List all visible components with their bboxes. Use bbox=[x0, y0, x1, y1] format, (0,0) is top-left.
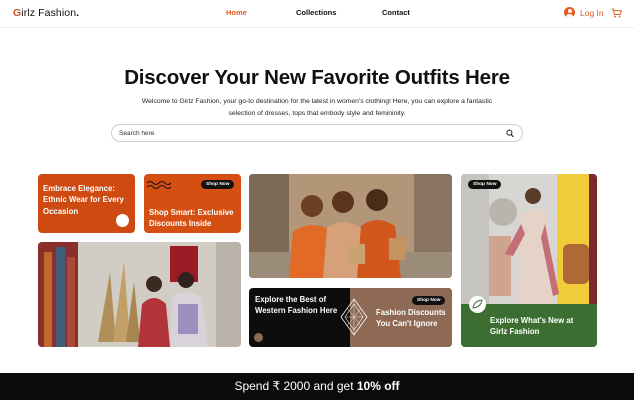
brand-logo-text: irlz Fashion bbox=[21, 7, 77, 19]
western-fashion-card[interactable]: Explore the Best of Western Fashion Here… bbox=[249, 288, 452, 347]
ethnic-models-photo[interactable] bbox=[38, 242, 241, 347]
hero-title: Discover Your New Favorite Outfits Here bbox=[124, 66, 510, 89]
western-fashion-title: Explore the Best of Western Fashion Here bbox=[255, 295, 338, 316]
ethnic-wear-title: Embrace Elegance: Ethnic Wear for Every … bbox=[43, 184, 124, 216]
promo-text: Spend ₹ 2000 and get bbox=[234, 379, 357, 393]
login-button[interactable]: Log In bbox=[564, 7, 604, 18]
circle-icon bbox=[254, 333, 263, 342]
hero-description-line1: Welcome to Girlz Fashion, your go-to des… bbox=[141, 98, 493, 105]
shop-smart-card[interactable]: Shop Now Shop Smart: Exclusive Discounts… bbox=[144, 174, 241, 233]
wave-icon bbox=[147, 181, 171, 189]
promo-highlight: 10% off bbox=[356, 379, 400, 393]
brand-logo-dot: . bbox=[76, 7, 80, 19]
nav-link-contact[interactable]: Contact bbox=[382, 8, 410, 17]
shop-smart-title: Shop Smart: Exclusive Discounts Inside bbox=[149, 208, 234, 229]
hero-description-line2: selection of dresses, tops that embody s… bbox=[228, 109, 406, 117]
cart-icon[interactable] bbox=[611, 8, 622, 18]
whats-new-model-image bbox=[461, 174, 597, 304]
hero-description: Welcome to Girlz Fashion, your go-to des… bbox=[112, 96, 522, 119]
whats-new-title: Explore What's New at Girlz Fashion bbox=[490, 316, 574, 337]
brand-logo[interactable]: Girlz Fashion. bbox=[13, 7, 79, 19]
leaf-icon bbox=[469, 296, 486, 313]
ethnic-wear-card[interactable]: Embrace Elegance: Ethnic Wear for Every … bbox=[38, 174, 135, 233]
western-models-image bbox=[249, 174, 452, 278]
nav-link-collections[interactable]: Collections bbox=[296, 8, 336, 17]
promo-banner[interactable]: Spend ₹ 2000 and get 10% off bbox=[0, 373, 634, 400]
login-label: Log In bbox=[580, 7, 604, 18]
diamond-pattern-icon bbox=[340, 298, 368, 336]
user-icon bbox=[564, 7, 575, 18]
leaf-glyph-icon bbox=[472, 299, 483, 309]
shop-now-button[interactable]: Shop Now bbox=[468, 180, 502, 189]
circle-icon bbox=[116, 214, 129, 227]
shop-now-button[interactable]: Shop Now bbox=[201, 180, 235, 189]
top-navbar: Girlz Fashion. Home Collections Contact … bbox=[0, 0, 634, 28]
search-bar bbox=[111, 124, 523, 142]
nav-link-home[interactable]: Home bbox=[226, 8, 247, 17]
search-input[interactable] bbox=[119, 128, 489, 139]
fashion-discounts-title: Fashion Discounts You Can't Ignore bbox=[376, 308, 446, 329]
shop-now-button[interactable]: Shop Now bbox=[412, 296, 446, 305]
ethnic-models-image bbox=[38, 242, 241, 347]
search-icon[interactable] bbox=[506, 129, 514, 138]
whats-new-card[interactable]: Shop Now Explore What's New at Girlz Fas… bbox=[461, 174, 597, 347]
western-models-photo[interactable] bbox=[249, 174, 452, 278]
